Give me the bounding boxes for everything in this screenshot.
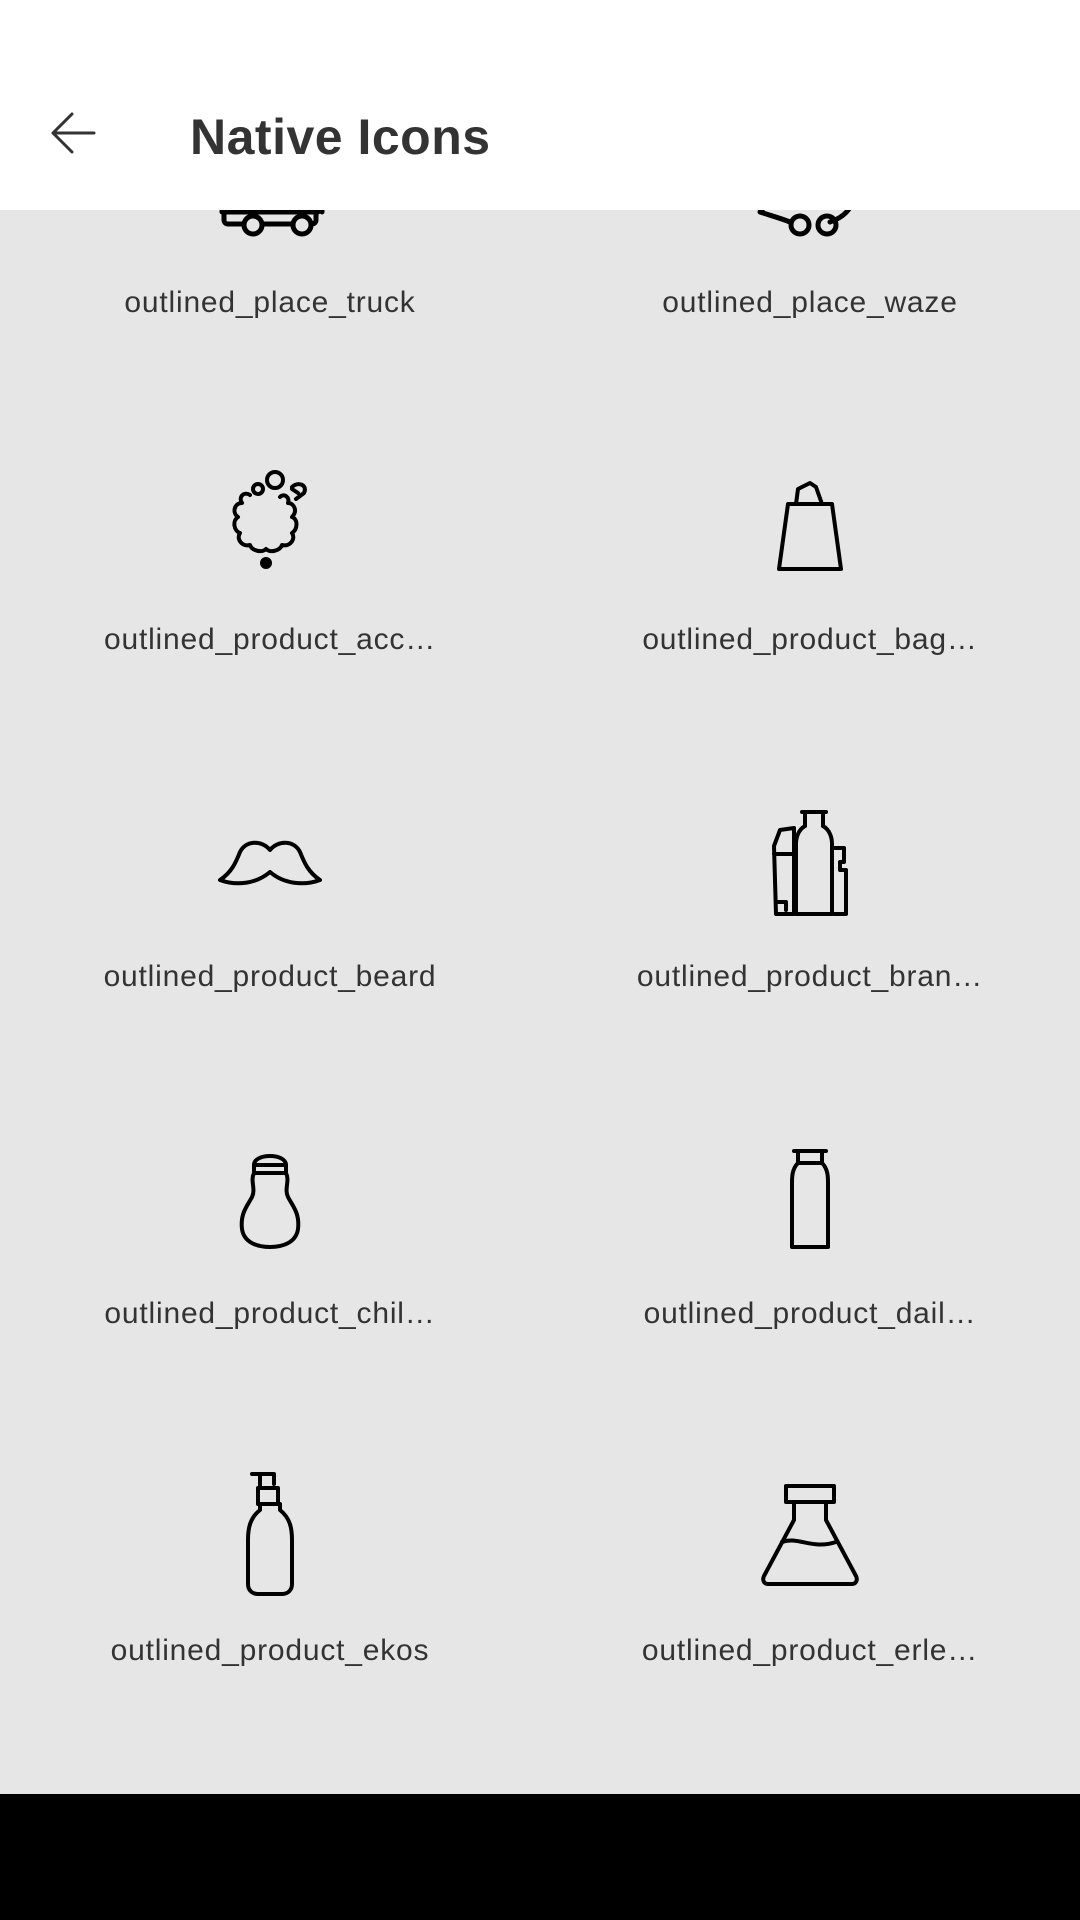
icon-label: outlined_product_acc… xyxy=(103,623,436,656)
icon-label: outlined_product_chil… xyxy=(104,1297,436,1330)
product-accessories-icon xyxy=(210,469,330,589)
erlenmeyer-flask-icon xyxy=(750,1480,870,1600)
back-button[interactable] xyxy=(40,100,106,166)
icon-tile-product-bag[interactable]: outlined_product_bag… xyxy=(540,321,1080,658)
icon-label: outlined_product_bag… xyxy=(642,623,978,656)
icon-label: outlined_product_dail… xyxy=(643,1297,977,1330)
icon-tile-product-children[interactable]: outlined_product_chil… xyxy=(0,995,540,1332)
icon-tile-waze[interactable]: outlined_place_waze xyxy=(540,210,1080,321)
product-brand-icon xyxy=(750,806,870,926)
arrow-left-icon xyxy=(51,112,96,154)
beard-icon xyxy=(210,806,330,926)
product-bag-icon xyxy=(750,469,870,589)
app-bar: Native Icons xyxy=(0,0,1080,210)
icon-label: outlined_product_erle… xyxy=(641,1634,979,1667)
product-children-icon xyxy=(210,1143,330,1263)
icon-tile-product-acc[interactable]: outlined_product_acc… xyxy=(0,321,540,658)
icon-tile-product-ekos[interactable]: outlined_product_ekos xyxy=(0,1332,540,1669)
waze-icon xyxy=(750,210,870,252)
icon-label: outlined_place_truck xyxy=(124,286,416,319)
product-daily-icon xyxy=(750,1143,870,1263)
icon-tile-product-beard[interactable]: outlined_product_beard xyxy=(0,658,540,995)
page-title: Native Icons xyxy=(190,109,491,165)
icon-label: outlined_place_waze xyxy=(662,286,958,319)
icon-list[interactable]: outlined_place_truck outlined_place_waze xyxy=(0,210,1080,1794)
icon-label: outlined_product_ekos xyxy=(110,1634,430,1667)
icon-label: outlined_product_beard xyxy=(103,960,437,993)
system-navigation-bar xyxy=(0,1794,1080,1920)
icon-tile-product-daily[interactable]: outlined_product_dail… xyxy=(540,995,1080,1332)
icon-tile-product-brand[interactable]: outlined_product_bran… xyxy=(540,658,1080,995)
truck-icon xyxy=(210,210,330,252)
icon-tile-truck[interactable]: outlined_place_truck xyxy=(0,210,540,321)
icon-tile-product-erlenmeyer[interactable]: outlined_product_erle… xyxy=(540,1332,1080,1669)
icon-grid: outlined_place_truck outlined_place_waze xyxy=(0,210,1080,1669)
icon-label: outlined_product_bran… xyxy=(636,960,984,993)
product-ekos-icon xyxy=(210,1472,330,1600)
